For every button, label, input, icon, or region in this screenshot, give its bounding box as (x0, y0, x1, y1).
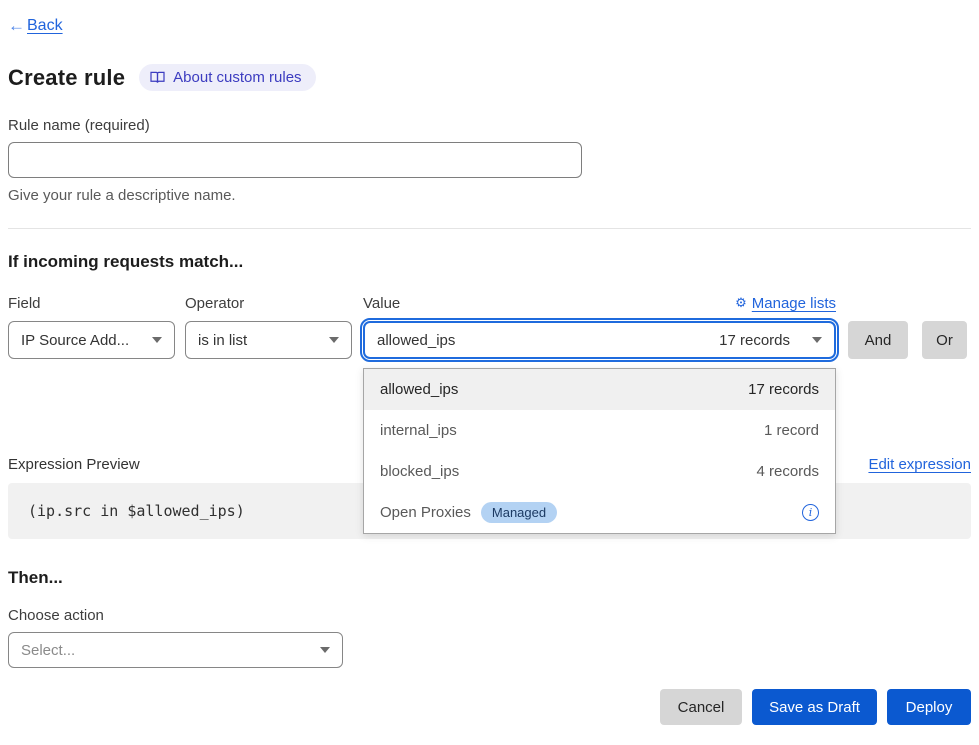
expression-code: (ip.src in $allowed_ips) (28, 502, 245, 520)
field-label: Field (8, 295, 175, 312)
list-option-records: 4 records (756, 463, 819, 480)
operator-label: Operator (185, 295, 352, 312)
list-option-name: Open Proxies (380, 504, 471, 521)
gear-icon: ⚙ (735, 296, 747, 311)
list-option-name: internal_ips (380, 422, 457, 439)
page-title: Create rule (8, 65, 125, 91)
rule-name-help: Give your rule a descriptive name. (8, 187, 971, 204)
value-label-row: Value ⚙ Manage lists (363, 295, 836, 312)
section-divider (8, 228, 971, 229)
list-option-open-proxies[interactable]: Open Proxies Managed i (364, 492, 835, 533)
info-icon[interactable]: i (802, 504, 819, 521)
list-option-records: 1 record (764, 422, 819, 439)
field-select-value: IP Source Add... (21, 332, 129, 349)
list-option-internal-ips[interactable]: internal_ips 1 record (364, 410, 835, 451)
list-option-records: 17 records (748, 381, 819, 398)
operator-select-value: is in list (198, 332, 247, 349)
and-button[interactable]: And (848, 321, 908, 359)
condition-row: Field IP Source Add... Operator is in li… (8, 295, 971, 359)
chevron-down-icon (152, 337, 162, 343)
footer-actions: Cancel Save as Draft Deploy (8, 689, 971, 725)
save-as-draft-button[interactable]: Save as Draft (752, 689, 877, 725)
page-header: Create rule About custom rules (8, 64, 971, 91)
operator-column: Operator is in list (185, 295, 352, 359)
chevron-down-icon (812, 337, 822, 343)
chevron-down-icon (320, 647, 330, 653)
value-label: Value (363, 295, 400, 312)
value-select[interactable]: allowed_ips 17 records (363, 321, 836, 359)
back-link-label: Back (27, 17, 63, 35)
field-select[interactable]: IP Source Add... (8, 321, 175, 359)
rule-name-label: Rule name (required) (8, 117, 971, 134)
list-option-allowed-ips[interactable]: allowed_ips 17 records (364, 369, 835, 410)
match-section-heading: If incoming requests match... (8, 252, 971, 272)
choose-action-label: Choose action (8, 607, 971, 624)
value-select-value: allowed_ips (377, 332, 455, 349)
value-select-meta: 17 records (719, 332, 790, 349)
deploy-button[interactable]: Deploy (887, 689, 971, 725)
rule-name-section: Rule name (required) Give your rule a de… (8, 117, 971, 204)
manage-lists-link[interactable]: ⚙ Manage lists (735, 295, 836, 312)
action-select-placeholder: Select... (21, 642, 75, 659)
action-select[interactable]: Select... (8, 632, 343, 668)
field-column: Field IP Source Add... (8, 295, 175, 359)
back-arrow-icon: ← (8, 16, 25, 36)
back-link[interactable]: ←Back (8, 16, 63, 36)
or-button[interactable]: Or (922, 321, 967, 359)
rule-name-input[interactable] (8, 142, 582, 178)
edit-expression-link[interactable]: Edit expression (868, 456, 971, 473)
then-section-heading: Then... (8, 568, 971, 588)
book-icon (150, 71, 165, 84)
value-column: Value ⚙ Manage lists allowed_ips 17 reco… (363, 295, 836, 359)
about-custom-rules-link[interactable]: About custom rules (139, 64, 315, 91)
chevron-down-icon (329, 337, 339, 343)
expression-preview-label: Expression Preview (8, 456, 140, 473)
cancel-button[interactable]: Cancel (660, 689, 742, 725)
operator-select[interactable]: is in list (185, 321, 352, 359)
list-option-name: allowed_ips (380, 381, 458, 398)
condition-connectors: And Or (848, 321, 967, 359)
value-dropdown-menu: allowed_ips 17 records internal_ips 1 re… (363, 368, 836, 534)
list-option-name: blocked_ips (380, 463, 459, 480)
managed-badge: Managed (481, 502, 557, 523)
list-option-blocked-ips[interactable]: blocked_ips 4 records (364, 451, 835, 492)
manage-lists-label: Manage lists (752, 295, 836, 312)
about-link-label: About custom rules (173, 69, 301, 86)
